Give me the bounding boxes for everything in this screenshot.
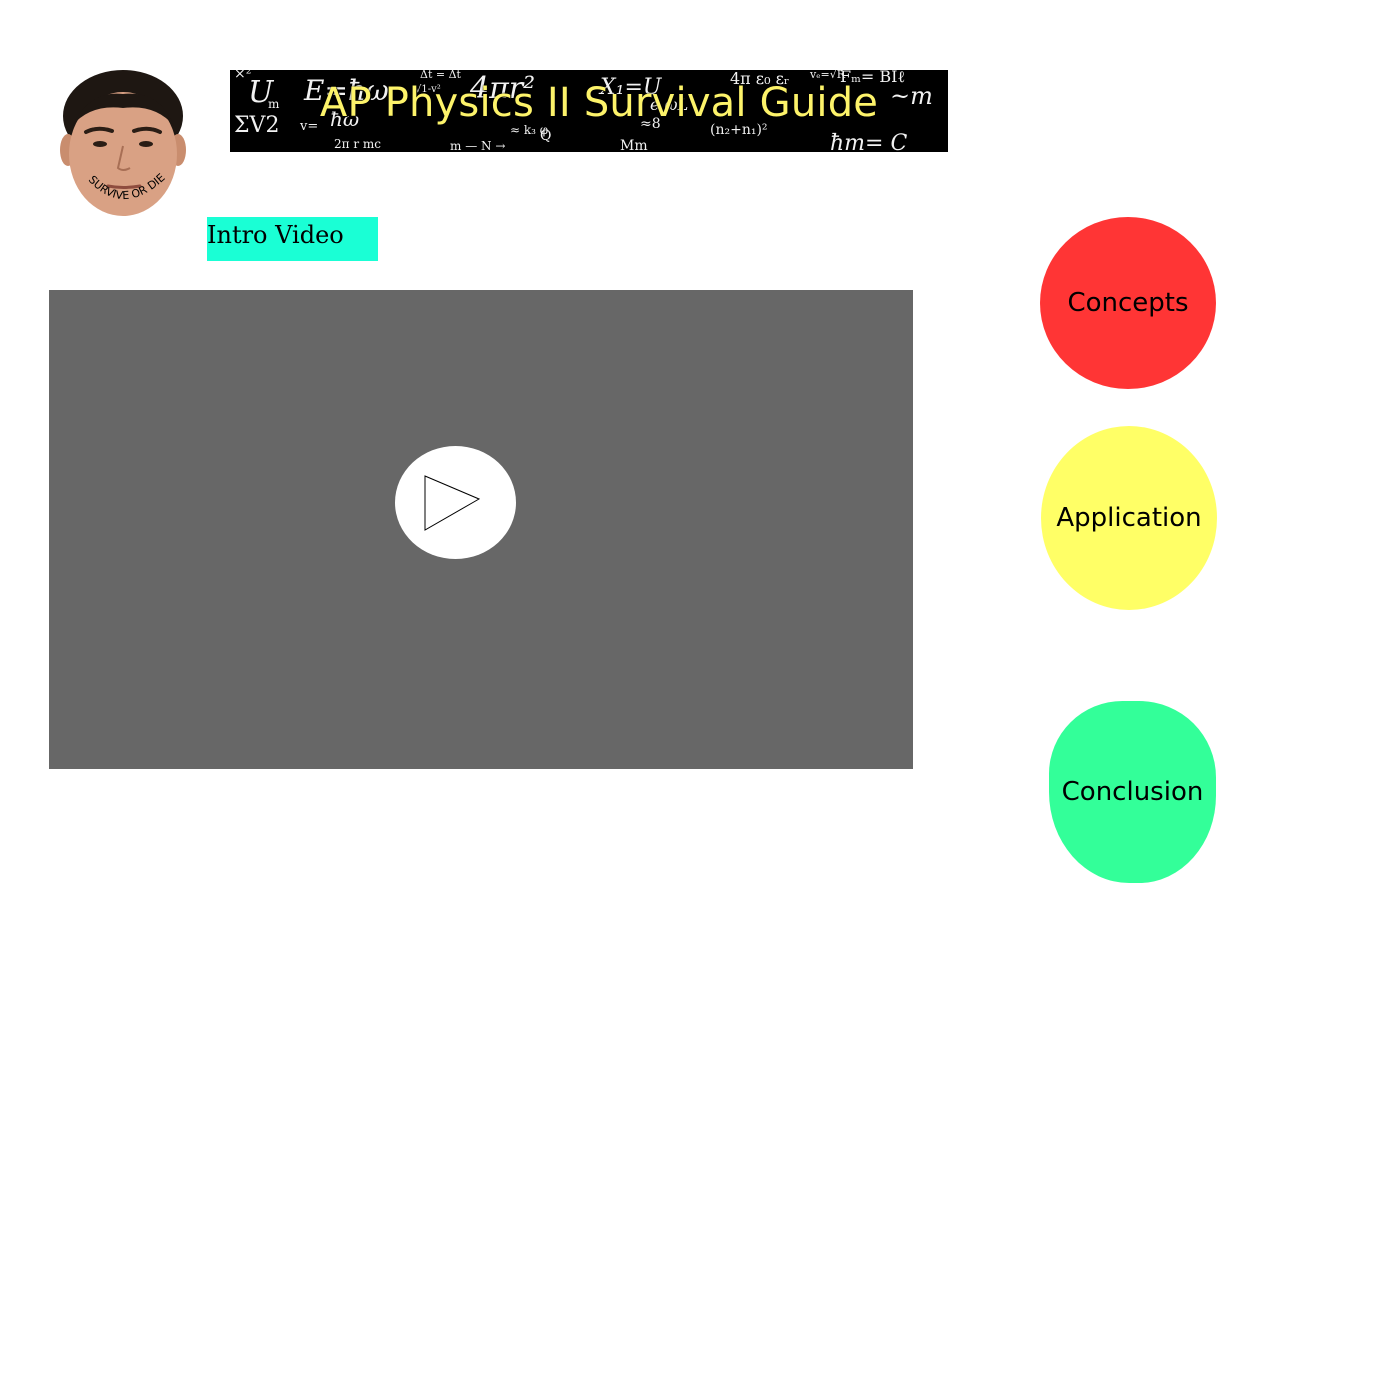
svg-text:Mm: Mm bbox=[620, 138, 648, 152]
video-player[interactable] bbox=[49, 290, 913, 769]
application-label: Application bbox=[1056, 503, 1202, 533]
page-title: AP Physics II Survival Guide bbox=[319, 80, 879, 126]
concepts-button[interactable]: Concepts bbox=[1040, 217, 1216, 389]
svg-text:m — N →: m — N → bbox=[450, 139, 505, 152]
header-banner: ×² U m E=ħω ΣV2 v= ħω 2π r mc Δt = Δt √1… bbox=[230, 70, 948, 152]
play-button[interactable] bbox=[395, 446, 516, 559]
svg-text:2π r mc: 2π r mc bbox=[334, 137, 381, 151]
svg-text:Q: Q bbox=[540, 128, 551, 144]
avatar: SURVIVE OR DIE bbox=[60, 68, 186, 218]
conclusion-label: Conclusion bbox=[1061, 777, 1204, 807]
intro-video-label-text: Intro Video bbox=[207, 221, 344, 249]
application-button[interactable]: Application bbox=[1041, 426, 1217, 610]
conclusion-button[interactable]: Conclusion bbox=[1049, 701, 1216, 883]
concepts-label: Concepts bbox=[1067, 288, 1189, 318]
svg-text:ħm= C: ħm= C bbox=[830, 131, 907, 152]
play-icon bbox=[424, 475, 481, 531]
intro-video-label: Intro Video bbox=[207, 217, 378, 261]
